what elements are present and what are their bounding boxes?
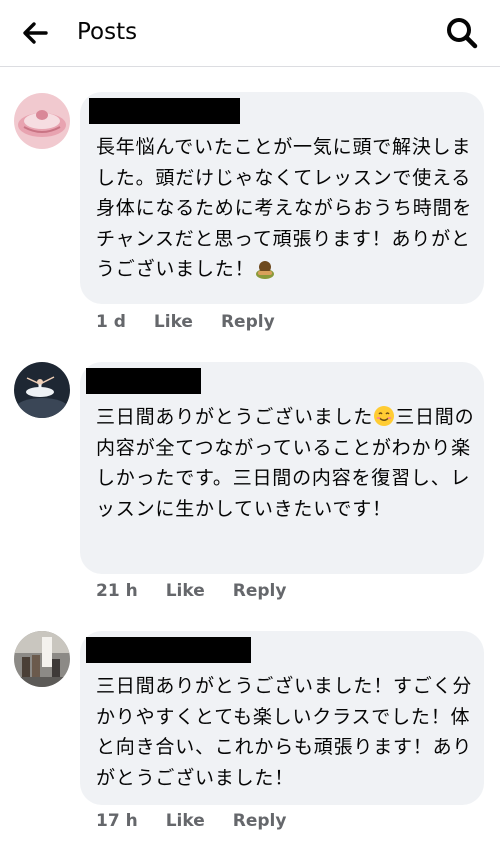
- redacted-name: [86, 368, 201, 394]
- comment-text: 三日間ありがとうございました！すごく分かりやすくとても楽しいクラスでした！体と向…: [96, 675, 473, 789]
- comment-text: 長年悩んでいたことが一気に頭で解決しました。頭だけじゃなくてレッスンで使える身体…: [96, 132, 476, 285]
- comment-text-content: 長年悩んでいたことが一気に頭で解決しました。頭だけじゃなくてレッスンで使える身体…: [96, 136, 473, 280]
- page-title: Posts: [77, 19, 138, 45]
- smiling-face-emoji: [373, 405, 395, 427]
- comment-bubble: 三日間ありがとうございました 三日間の内容が全てつながっていることがわかり楽しかっ…: [80, 362, 484, 574]
- back-arrow-icon: [23, 22, 48, 44]
- reply-button[interactable]: Reply: [221, 310, 275, 334]
- comment-text: 三日間ありがとうございました 三日間の内容が全てつながっていることがわかり楽しかっ…: [96, 402, 476, 524]
- back-button[interactable]: [18, 16, 52, 50]
- comment-timestamp[interactable]: 17 h: [96, 809, 138, 833]
- comment-text-part: 三日間ありがとうございました: [96, 406, 374, 428]
- avatar-image: [14, 362, 70, 418]
- redacted-name: [89, 98, 240, 124]
- reply-button[interactable]: Reply: [233, 809, 287, 833]
- top-bar: Posts: [0, 0, 500, 67]
- comment-timestamp[interactable]: 21 h: [96, 579, 138, 603]
- comment-bubble: 長年悩んでいたことが一気に頭で解決しました。頭だけじゃなくてレッスンで使える身体…: [80, 92, 484, 304]
- comment-actions: 17 h Like Reply: [96, 809, 286, 833]
- comment-bubble: 三日間ありがとうございました！すごく分かりやすくとても楽しいクラスでした！体と向…: [80, 631, 484, 805]
- avatar[interactable]: [14, 362, 70, 418]
- comment-timestamp[interactable]: 1 d: [96, 310, 126, 334]
- like-button[interactable]: Like: [166, 579, 205, 603]
- search-icon: [447, 18, 478, 49]
- reply-button[interactable]: Reply: [233, 579, 287, 603]
- avatar[interactable]: [14, 93, 70, 149]
- comment-actions: 21 h Like Reply: [96, 579, 286, 603]
- bowing-person-emoji: [254, 257, 276, 279]
- avatar-image: [14, 93, 70, 149]
- like-button[interactable]: Like: [166, 809, 205, 833]
- avatar-image: [14, 631, 70, 687]
- comment-actions: 1 d Like Reply: [96, 310, 275, 334]
- search-button[interactable]: [443, 14, 481, 52]
- like-button[interactable]: Like: [154, 310, 193, 334]
- redacted-name: [86, 637, 251, 663]
- avatar[interactable]: [14, 631, 70, 687]
